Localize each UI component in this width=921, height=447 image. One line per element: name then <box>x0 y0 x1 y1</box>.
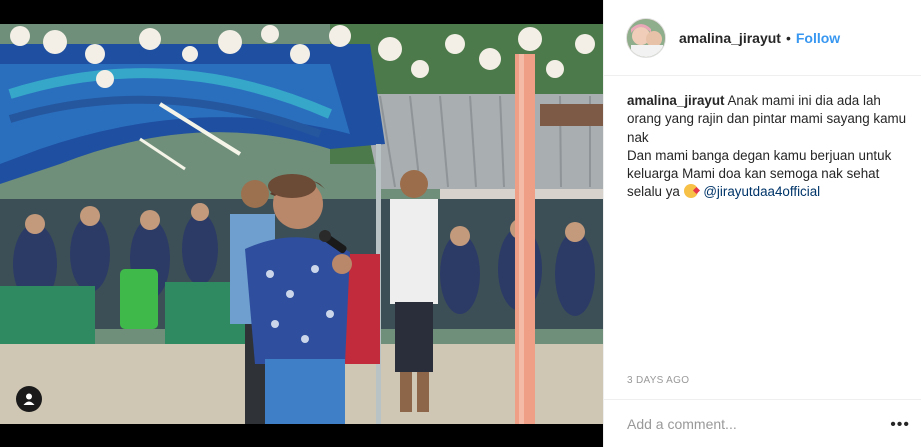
comment-bar: ••• <box>604 399 921 447</box>
mention-link[interactable]: @jirayutdaa4official <box>703 184 820 199</box>
post-media <box>0 0 603 447</box>
post-photo[interactable] <box>0 24 603 424</box>
face-blowing-kiss-icon <box>683 184 698 199</box>
more-options-button[interactable]: ••• <box>890 416 910 434</box>
post-caption: amalina_jirayut Anak mami ini dia ada la… <box>627 92 907 202</box>
avatar[interactable] <box>626 17 666 58</box>
person-icon <box>23 393 35 405</box>
post-header: amalina_jirayut • Follow <box>604 0 921 76</box>
follow-button[interactable]: Follow <box>796 30 840 46</box>
tagged-user-button[interactable] <box>16 386 42 412</box>
avatar-image <box>627 18 665 57</box>
comment-input[interactable] <box>627 415 867 432</box>
post-timestamp[interactable]: 3 DAYS AGO <box>627 375 689 386</box>
photo-illustration <box>0 24 603 424</box>
caption-username[interactable]: amalina_jirayut <box>627 93 725 108</box>
post-sidebar: amalina_jirayut • Follow amalina_jirayut… <box>603 0 921 447</box>
username-link[interactable]: amalina_jirayut <box>679 30 781 46</box>
separator-dot: • <box>785 29 791 46</box>
